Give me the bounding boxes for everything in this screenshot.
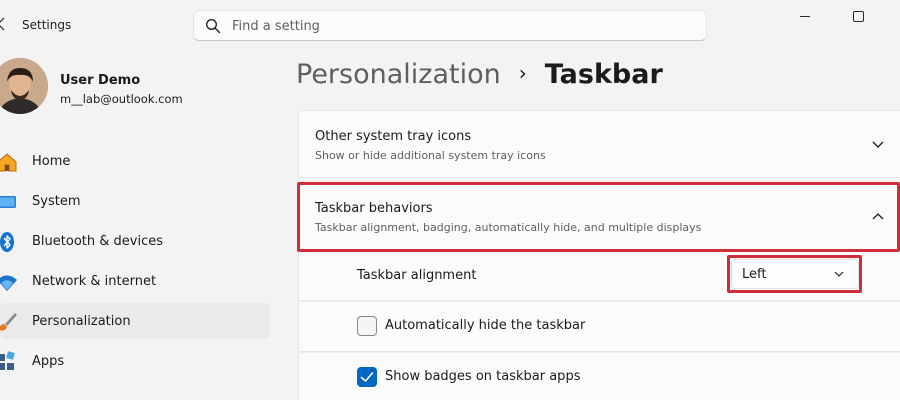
sidebar-item-system[interactable]: System — [0, 183, 270, 219]
chevron-down-icon — [872, 141, 884, 148]
monitor-icon — [0, 196, 16, 208]
autohide-checkbox[interactable] — [357, 316, 377, 336]
maximize-button[interactable] — [853, 11, 864, 22]
minimize-icon — [800, 16, 810, 17]
section-title: Other system tray icons — [315, 129, 472, 144]
sidebar-item-network[interactable]: Network & internet — [0, 263, 270, 299]
sidebar-item-label: Bluetooth & devices — [32, 234, 163, 249]
badges-checkbox[interactable] — [357, 367, 377, 387]
user-email: m__lab@outlook.com — [60, 92, 183, 106]
avatar-photo-icon — [0, 58, 48, 114]
sidebar-item-label: Home — [32, 154, 71, 169]
bluetooth-icon — [0, 232, 14, 252]
sidebar-item-label: System — [32, 194, 81, 209]
badges-label: Show badges on taskbar apps — [385, 369, 581, 384]
sidebar-item-label: Personalization — [32, 314, 131, 329]
search-box[interactable] — [193, 10, 707, 41]
sidebar-item-label: Apps — [32, 354, 65, 369]
breadcrumb-separator: › — [518, 61, 527, 85]
page-title: Taskbar — [544, 59, 663, 90]
paintbrush-icon — [0, 313, 17, 331]
search-input[interactable] — [232, 15, 692, 37]
user-name: User Demo — [60, 73, 141, 88]
section-description: Show or hide additional system tray icon… — [315, 149, 546, 162]
apps-icon — [0, 351, 15, 370]
highlight-taskbar-behaviors — [297, 182, 900, 252]
taskbar-alignment-label: Taskbar alignment — [357, 268, 477, 283]
avatar — [0, 58, 48, 114]
back-arrow-icon[interactable] — [0, 17, 5, 31]
sidebar-item-label: Network & internet — [32, 274, 157, 289]
autohide-label: Automatically hide the taskbar — [385, 318, 586, 333]
sidebar-item-personalization[interactable]: Personalization — [0, 303, 270, 339]
sidebar-nav: Home System Bluetooth & devices Network … — [0, 143, 270, 383]
sidebar-item-bluetooth[interactable]: Bluetooth & devices — [0, 223, 270, 259]
wifi-icon — [0, 275, 17, 291]
breadcrumb-parent[interactable]: Personalization — [296, 59, 501, 90]
sidebar-item-apps[interactable]: Apps — [0, 343, 270, 379]
app-title: Settings — [22, 18, 72, 32]
checkmark-icon — [360, 372, 374, 382]
user-profile[interactable]: User Demo m__lab@outlook.com — [0, 56, 270, 126]
other-tray-icons-section[interactable]: Other system tray icons Show or hide add… — [298, 110, 900, 178]
home-icon — [0, 153, 17, 172]
search-icon — [206, 19, 221, 34]
sidebar-item-home[interactable]: Home — [0, 143, 270, 179]
highlight-alignment-dropdown — [727, 255, 862, 293]
minimize-button[interactable] — [800, 16, 814, 18]
breadcrumb: Personalization › Taskbar — [296, 59, 663, 90]
title-bar: Settings — [0, 0, 900, 48]
